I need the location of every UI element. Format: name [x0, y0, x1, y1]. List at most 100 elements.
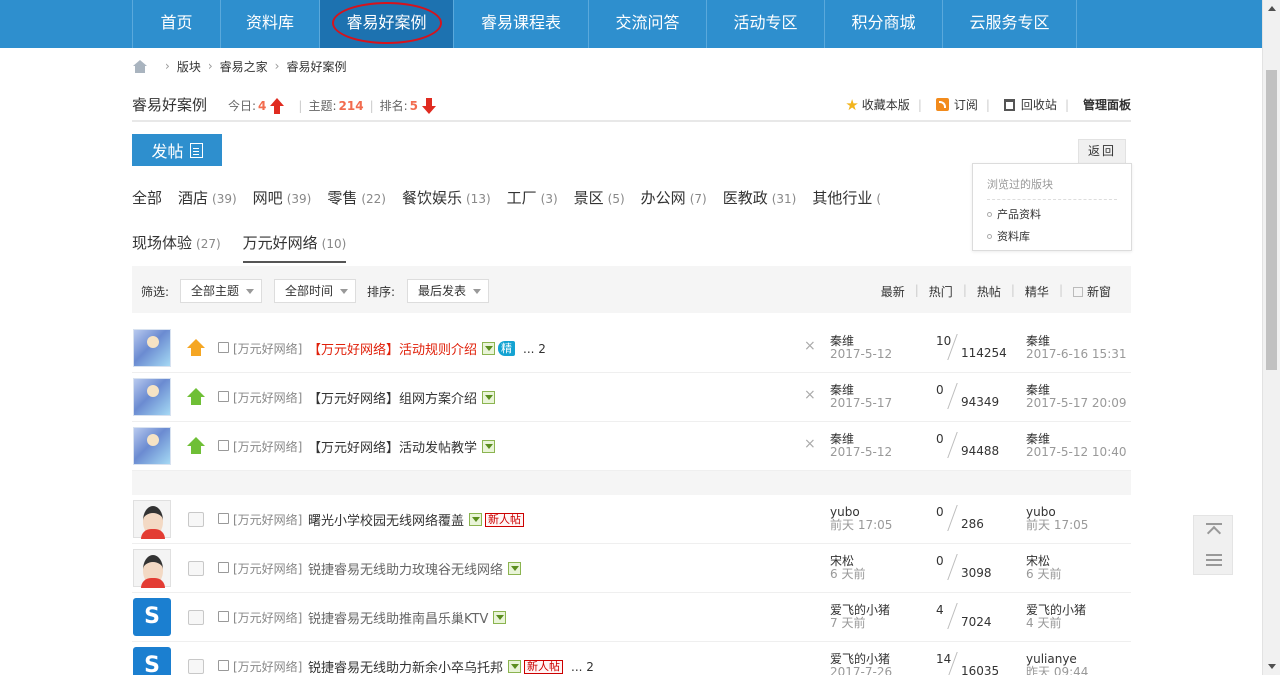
thread-title-text[interactable]: 曙光小学校园无线网络覆盖	[308, 510, 464, 529]
thread-row[interactable]: [万元好网络] 曙光小学校园无线网络覆盖 新人帖 yubo 前天 17:05 0 286 yu…	[132, 495, 1131, 544]
favorite-button[interactable]: ★ 收藏本版	[845, 96, 909, 113]
new-window-checkbox[interactable]	[1072, 287, 1083, 297]
last-post-date[interactable]: 前天 17:05	[1026, 519, 1088, 532]
thread-checkbox[interactable]	[218, 513, 229, 524]
close-icon[interactable]: ×	[804, 338, 816, 354]
nav-item-schedule[interactable]: 睿易课程表	[453, 0, 588, 48]
thread-title[interactable]: 【万元好网络】活动规则介绍 精 ... 2	[308, 339, 546, 358]
avatar[interactable]	[133, 329, 171, 367]
avatar[interactable]	[133, 549, 171, 588]
category-netcafe[interactable]: 网吧 (39)	[253, 187, 312, 208]
thread-checkbox[interactable]	[218, 440, 229, 451]
category-dining[interactable]: 餐饮娱乐 (13)	[402, 187, 491, 208]
thread-title-text[interactable]: 锐捷睿易无线助力玫瑰谷无线网络	[308, 559, 503, 578]
thread-title[interactable]: 【万元好网络】活动发帖教学	[308, 437, 496, 456]
visited-item[interactable]: 产品资料	[987, 206, 1117, 222]
thread-type[interactable]: [万元好网络]	[233, 438, 302, 455]
scroll-thumb[interactable]	[1266, 70, 1277, 370]
avatar[interactable]	[133, 378, 171, 416]
category-medical-edu-gov[interactable]: 医教政 (31)	[723, 187, 797, 208]
scroll-up-button[interactable]	[1263, 0, 1280, 17]
list-icon[interactable]	[1206, 552, 1222, 568]
tab-digest[interactable]: 精华	[1025, 283, 1049, 300]
back-button[interactable]: 返回	[1078, 139, 1126, 164]
thread-row[interactable]: [万元好网络] 锐捷睿易无线助力新余小卒乌托邦 新人帖 ... 2 爱飞的小猪2017-…	[132, 642, 1131, 675]
avatar[interactable]	[133, 500, 171, 539]
thread-type[interactable]: [万元好网络]	[233, 658, 302, 675]
thread-checkbox[interactable]	[218, 342, 229, 353]
forum-title[interactable]: 睿易好案例	[132, 94, 207, 115]
category-all[interactable]: 全部	[132, 187, 162, 208]
last-post-date[interactable]: 2017-5-17 20:09	[1026, 397, 1127, 410]
thread-type[interactable]: [万元好网络]	[233, 340, 302, 357]
category-other[interactable]: 其他行业(	[812, 187, 881, 208]
admin-panel-link[interactable]: 管理面板	[1083, 96, 1131, 113]
new-window-toggle[interactable]: 新窗	[1072, 283, 1111, 300]
tab-latest[interactable]: 最新	[881, 283, 905, 300]
topic-filter-select[interactable]: 全部主题	[180, 279, 263, 303]
thread-title-text[interactable]: 【万元好网络】组网方案介绍	[308, 388, 477, 407]
thread-checkbox[interactable]	[218, 611, 229, 622]
thread-checkbox[interactable]	[218, 660, 229, 671]
subscribe-button[interactable]: 订阅	[935, 96, 978, 113]
last-post-date[interactable]: 4 天前	[1026, 617, 1086, 630]
category-retail[interactable]: 零售 (22)	[327, 187, 386, 208]
page-links[interactable]: ... 2	[523, 342, 546, 356]
nav-item-cases[interactable]: 睿易好案例	[319, 0, 453, 48]
thread-row[interactable]: [万元好网络] 【万元好网络】活动发帖教学 × 秦维 2017-5-12 0 94488 秦维…	[132, 422, 1131, 471]
vertical-scrollbar[interactable]	[1262, 0, 1280, 675]
breadcrumb-item-home[interactable]: 睿易之家	[220, 58, 268, 75]
category-scenic[interactable]: 景区 (5)	[574, 187, 625, 208]
thread-checkbox[interactable]	[218, 562, 229, 573]
avatar[interactable]	[133, 598, 171, 636]
thread-title-text[interactable]: 【万元好网络】活动发帖教学	[308, 437, 477, 456]
sort-select[interactable]: 最后发表	[407, 279, 490, 303]
thread-title[interactable]: 锐捷睿易无线助力新余小卒乌托邦 新人帖 ... 2	[308, 657, 594, 675]
thread-title[interactable]: 曙光小学校园无线网络覆盖 新人帖	[308, 510, 525, 529]
category-wanyuan[interactable]: 万元好网络 (10)	[242, 232, 347, 263]
thread-type[interactable]: [万元好网络]	[233, 511, 302, 528]
nav-item-home[interactable]: 首页	[132, 0, 220, 48]
thread-checkbox[interactable]	[218, 391, 229, 402]
category-factory[interactable]: 工厂 (3)	[507, 187, 558, 208]
home-icon[interactable]	[132, 59, 148, 73]
tab-hot[interactable]: 热帖	[977, 283, 1001, 300]
breadcrumb-item-current[interactable]: 睿易好案例	[286, 58, 346, 75]
last-post-date[interactable]: 昨天 09:44	[1026, 666, 1088, 675]
nav-item-library[interactable]: 资料库	[220, 0, 319, 48]
thread-row[interactable]: [万元好网络] 锐捷睿易无线助推南昌乐巢KTV 爱飞的小猪7 天前 4 7024 爱飞的小…	[132, 593, 1131, 642]
new-post-button[interactable]: 发帖	[132, 134, 222, 166]
last-post-date[interactable]: 2017-6-16 15:31	[1026, 348, 1127, 361]
close-icon[interactable]: ×	[804, 387, 816, 403]
recycle-button[interactable]: 回收站	[1003, 96, 1057, 113]
thread-row[interactable]: [万元好网络] 锐捷睿易无线助力玫瑰谷无线网络 宋松 6 天前 0 3098 宋松 6 天前	[132, 544, 1131, 593]
thread-row[interactable]: [万元好网络] 【万元好网络】组网方案介绍 × 秦维 2017-5-17 0 94349 秦维…	[132, 373, 1131, 422]
breadcrumb-item-boards[interactable]: 版块	[177, 58, 201, 75]
scroll-down-button[interactable]	[1263, 658, 1280, 675]
last-post-date[interactable]: 2017-5-12 10:40	[1026, 446, 1127, 459]
nav-item-qa[interactable]: 交流问答	[588, 0, 706, 48]
nav-item-cloud[interactable]: 云服务专区	[942, 0, 1077, 48]
thread-title-text[interactable]: 锐捷睿易无线助力新余小卒乌托邦	[308, 657, 503, 675]
nav-item-events[interactable]: 活动专区	[706, 0, 824, 48]
thread-title-text[interactable]: 锐捷睿易无线助推南昌乐巢KTV	[308, 608, 488, 627]
avatar[interactable]	[133, 647, 171, 675]
thread-type[interactable]: [万元好网络]	[233, 560, 302, 577]
thread-title[interactable]: 锐捷睿易无线助推南昌乐巢KTV	[308, 608, 507, 627]
visited-item[interactable]: 资料库	[987, 228, 1117, 244]
category-hotel[interactable]: 酒店 (39)	[178, 187, 237, 208]
thread-type[interactable]: [万元好网络]	[233, 609, 302, 626]
category-onsite[interactable]: 现场体验 (27)	[132, 232, 221, 263]
nav-item-points-mall[interactable]: 积分商城	[824, 0, 942, 48]
page-links[interactable]: ... 2	[571, 660, 594, 674]
thread-title[interactable]: 锐捷睿易无线助力玫瑰谷无线网络	[308, 559, 522, 578]
back-to-top-icon[interactable]	[1206, 522, 1222, 538]
thread-row[interactable]: [万元好网络] 【万元好网络】活动规则介绍 精 ... 2 × 秦维 2017-5-12 10…	[132, 324, 1131, 373]
thread-title-text[interactable]: 【万元好网络】活动规则介绍	[308, 339, 477, 358]
close-icon[interactable]: ×	[804, 436, 816, 452]
last-post-date[interactable]: 6 天前	[1026, 568, 1061, 581]
category-office[interactable]: 办公网 (7)	[641, 187, 707, 208]
time-filter-select[interactable]: 全部时间	[274, 279, 357, 303]
avatar[interactable]	[133, 427, 171, 465]
thread-type[interactable]: [万元好网络]	[233, 389, 302, 406]
